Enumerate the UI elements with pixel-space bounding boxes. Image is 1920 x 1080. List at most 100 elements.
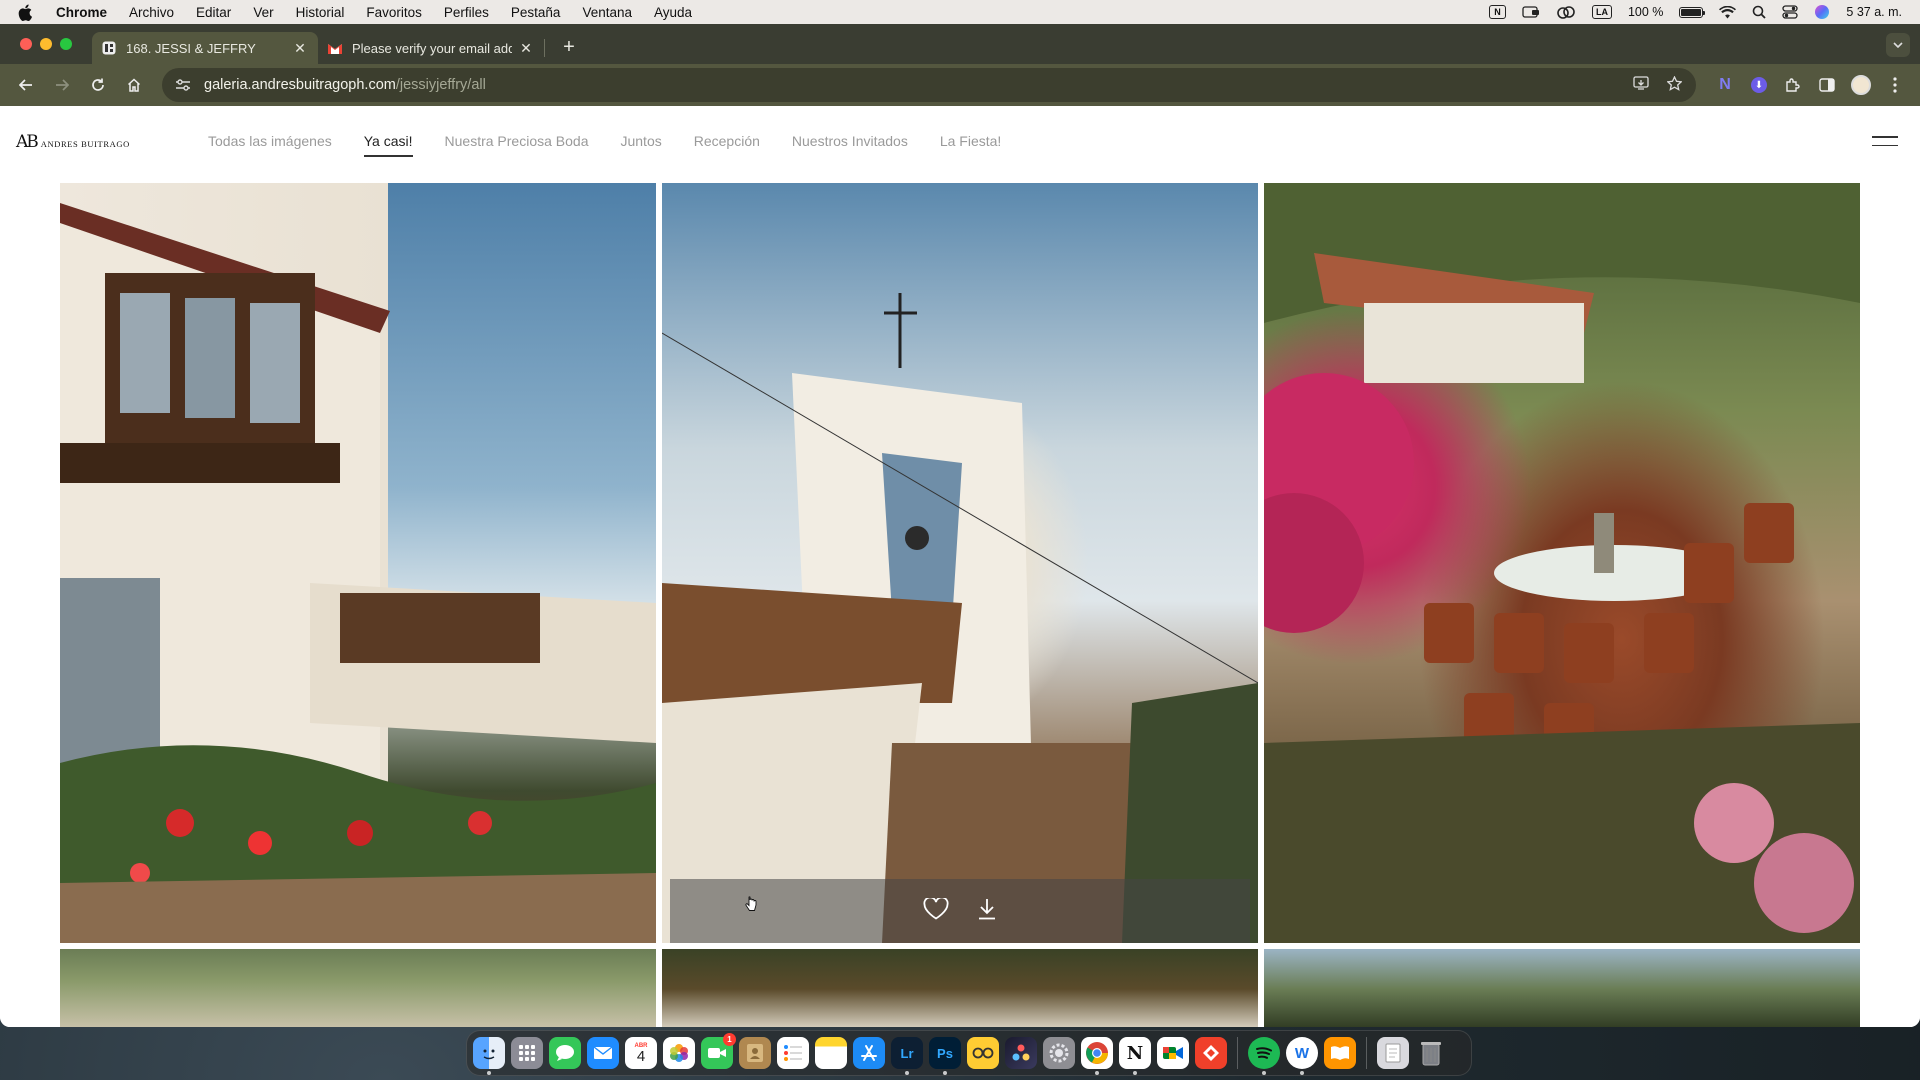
google-meet-icon[interactable] [1157,1037,1189,1069]
profile-avatar[interactable] [1846,70,1876,100]
chrome-icon[interactable] [1081,1037,1113,1075]
nav-nuestros-invitados[interactable]: Nuestros Invitados [792,133,908,155]
menu-historial[interactable]: Historial [296,5,345,20]
anydesk-icon[interactable] [1195,1037,1227,1069]
menu-ver[interactable]: Ver [253,5,273,20]
lightroom-icon[interactable]: Lr [891,1037,923,1075]
photos-icon[interactable] [663,1037,695,1069]
menu-favoritos[interactable]: Favoritos [366,5,422,20]
close-tab-icon[interactable]: ✕ [292,40,308,56]
reload-button[interactable] [82,69,114,101]
facetime-icon[interactable]: 1 [701,1033,736,1069]
menu-editar[interactable]: Editar [196,5,231,20]
notion-icon[interactable]: N [1119,1037,1151,1075]
downloader-extension-icon[interactable]: ⬇ [1744,70,1774,100]
nav-la-fiesta[interactable]: La Fiesta! [940,133,1001,155]
cast-install-icon[interactable] [1633,76,1649,94]
messages-icon[interactable] [549,1037,581,1069]
input-source-icon[interactable]: LA [1591,5,1612,19]
gallery-photo[interactable] [1264,183,1860,943]
gallery-photo[interactable] [662,949,1258,1027]
system-settings-gear-icon[interactable] [1043,1037,1075,1069]
close-window-button[interactable] [20,38,32,50]
new-tab-button[interactable]: + [557,36,581,59]
site-settings-icon[interactable] [176,79,190,91]
dock-divider [1366,1037,1367,1069]
macos-dock: ABR 4 1 Lr Ps N W [466,1030,1472,1076]
tab-gmail[interactable]: Please verify your email addre ✕ [318,32,544,64]
bookmark-star-icon[interactable] [1666,74,1683,95]
gallery-photo-hovered[interactable] [662,183,1258,943]
photo-action-bar [670,879,1250,943]
reminders-icon[interactable] [777,1037,809,1069]
site-header: AB ANDRES BUITRAGO Todas las imágenes Ya… [0,106,1920,176]
control-center-icon[interactable] [1782,5,1799,19]
forward-button[interactable] [46,69,78,101]
app-store-icon[interactable] [853,1037,885,1069]
photoshop-icon[interactable]: Ps [929,1037,961,1075]
gallery-favicon-icon [102,41,116,55]
menu-ventana[interactable]: Ventana [582,5,632,20]
spotify-icon[interactable] [1248,1037,1280,1075]
tab-search-chevron-icon[interactable] [1886,33,1910,57]
nav-ya-casi[interactable]: Ya casi! [363,133,413,157]
gallery-photo[interactable] [1264,949,1860,1027]
nav-todas-las-imagenes[interactable]: Todas las imágenes [208,133,332,155]
site-logo[interactable]: AB ANDRES BUITRAGO [16,132,130,152]
logo-name: ANDRES BUITRAGO [40,139,130,149]
menu-archivo[interactable]: Archivo [129,5,174,20]
url-path: /jessiyjeffry/all [395,77,486,93]
nav-nuestra-preciosa-boda[interactable]: Nuestra Preciosa Boda [445,133,589,155]
menu-ayuda[interactable]: Ayuda [654,5,692,20]
webex-icon[interactable]: W [1286,1037,1318,1075]
davinci-resolve-icon[interactable] [1005,1037,1037,1069]
download-icon[interactable] [977,898,997,925]
notes-icon[interactable] [815,1037,847,1069]
minimize-window-button[interactable] [40,38,52,50]
finder-icon[interactable] [473,1037,505,1075]
extensions-puzzle-icon[interactable] [1778,70,1808,100]
wallet-icon[interactable] [1522,5,1540,19]
creative-cloud-icon[interactable] [1556,5,1576,19]
nav-juntos[interactable]: Juntos [620,133,661,155]
chrome-menu-icon[interactable] [1880,70,1910,100]
tab-title: 168. JESSI & JEFFRY [126,40,256,56]
favorite-heart-icon[interactable] [923,895,949,925]
nav-recepcion[interactable]: Recepción [694,133,760,155]
menu-perfiles[interactable]: Perfiles [444,5,489,20]
clock[interactable]: 5 37 a. m. [1846,5,1902,19]
close-tab-icon[interactable]: ✕ [518,40,534,56]
menu-hamburger-icon[interactable] [1872,136,1898,146]
notion-extension-icon[interactable]: N [1710,70,1740,100]
gallery-photo[interactable] [60,183,656,943]
macos-menu-bar: Chrome Archivo Editar Ver Historial Favo… [0,0,1920,24]
contacts-icon[interactable] [739,1037,771,1069]
zoom-window-button[interactable] [60,38,72,50]
address-bar[interactable]: galeria.andresbuitragoph.com/jessiyjeffr… [162,68,1696,102]
tab-gallery[interactable]: 168. JESSI & JEFFRY ✕ [92,32,318,64]
home-button[interactable] [118,69,150,101]
launchpad-icon[interactable] [511,1037,543,1069]
menu-pestana[interactable]: Pestaña [511,5,561,20]
trash-icon[interactable] [1415,1037,1447,1069]
books-icon[interactable] [1324,1037,1356,1069]
calendar-icon[interactable]: ABR 4 [625,1037,657,1069]
mail-icon[interactable] [587,1037,619,1069]
battery-percent: 100 % [1627,5,1664,19]
window-controls [20,38,72,50]
siri-icon[interactable] [1814,4,1830,20]
wifi-icon[interactable] [1719,5,1737,19]
document-stack-icon[interactable] [1377,1037,1409,1069]
omnibox-actions [1633,74,1683,95]
spotlight-search-icon[interactable] [1752,5,1767,19]
tab-strip: 168. JESSI & JEFFRY ✕ Please verify your… [0,24,1920,64]
battery-icon[interactable] [1679,6,1706,18]
gallery-photo[interactable] [60,949,656,1027]
apple-icon[interactable] [18,3,34,21]
side-panel-icon[interactable] [1812,70,1842,100]
status-area: N LA 100 % 5 37 a. m. [1488,4,1902,20]
notion-status-icon[interactable]: N [1488,5,1506,19]
glasses-app-icon[interactable] [967,1037,999,1069]
menu-app-name[interactable]: Chrome [56,5,107,20]
back-button[interactable] [10,69,42,101]
